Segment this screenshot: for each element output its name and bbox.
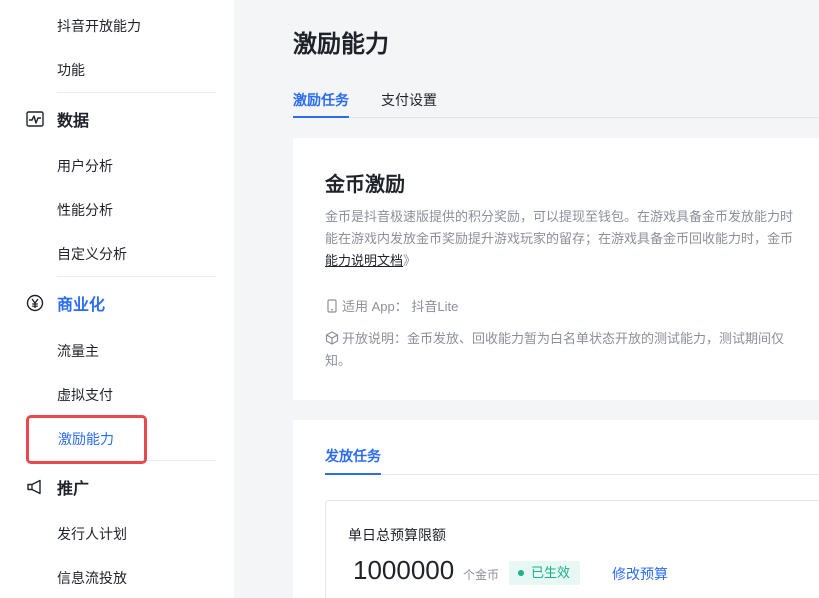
sidebar-section-promotion[interactable]: 推广	[25, 476, 89, 498]
status-text: 已生效	[531, 565, 571, 580]
daily-budget-panel: 单日总预算限额 1000000 个金币 已生效 修改预算	[325, 500, 819, 598]
chart-icon	[25, 109, 45, 129]
status-dot	[518, 570, 524, 576]
highlight-annotation	[26, 415, 147, 464]
applicable-app: 适用 App： 抖音Lite	[325, 296, 458, 318]
page-title: 激励能力	[293, 31, 389, 58]
doc-link[interactable]: 能力说明文档	[325, 253, 403, 268]
sidebar-item-performance-analysis[interactable]: 性能分析	[57, 200, 113, 220]
cube-icon	[325, 330, 339, 345]
active-tab-indicator	[293, 116, 349, 118]
sidebar-section-label: 商业化	[57, 297, 106, 314]
sidebar-divider	[147, 460, 216, 461]
edit-budget-button[interactable]: 修改预算	[612, 564, 668, 584]
sidebar-item-user-analysis[interactable]: 用户分析	[57, 156, 113, 176]
sidebar: 抖音开放能力 功能 数据 用户分析 性能分析 自定义分析 商业化 流量主 虚拟支…	[0, 0, 234, 598]
budget-label: 单日总预算限额	[348, 527, 446, 543]
sidebar-item-custom-analysis[interactable]: 自定义分析	[57, 244, 127, 264]
phone-icon	[325, 298, 339, 313]
description-line: 能在游戏内发放金币奖励提升游戏玩家的留存；在游戏具备金币回收能力时，金币	[325, 231, 794, 246]
sidebar-item-publisher-plan[interactable]: 发行人计划	[57, 524, 127, 544]
sidebar-divider	[57, 92, 216, 93]
yuan-icon	[25, 293, 45, 313]
tab-incentive-tasks[interactable]: 激励任务	[293, 90, 349, 110]
sidebar-item-feed-ads[interactable]: 信息流投放	[57, 568, 127, 588]
sidebar-divider	[57, 276, 216, 277]
tab-payment-settings[interactable]: 支付设置	[381, 90, 437, 110]
sidebar-item-traffic-owner[interactable]: 流量主	[57, 341, 99, 361]
megaphone-icon	[25, 477, 45, 497]
task-card: 发放任务 单日总预算限额 1000000 个金币 已生效 修改预算	[293, 420, 819, 598]
app-value: 抖音Lite	[411, 299, 459, 314]
budget-unit: 个金币	[463, 568, 500, 582]
app-label: 适用 App：	[342, 299, 408, 314]
sidebar-item-douyin-open-capability[interactable]: 抖音开放能力	[57, 16, 141, 36]
tab-bar: 激励任务 支付设置	[293, 86, 819, 118]
description-line: 金币是抖音极速版提供的积分奖励，可以提现至钱包。在游戏具备金币发放能力时	[325, 209, 794, 224]
notice-text: 知。	[325, 353, 352, 368]
status-badge: 已生效	[509, 561, 581, 585]
sub-tab-bar: 发放任务	[325, 446, 819, 475]
coin-incentive-card: 金币激励 金币是抖音极速版提供的积分奖励，可以提现至钱包。在游戏具备金币发放能力…	[293, 138, 819, 400]
budget-value: 1000000	[353, 555, 455, 585]
sidebar-section-label: 数据	[57, 113, 90, 130]
sidebar-item-virtual-payment[interactable]: 虚拟支付	[57, 385, 113, 405]
sidebar-section-data[interactable]: 数据	[25, 108, 89, 130]
card-description: 金币是抖音极速版提供的积分奖励，可以提现至钱包。在游戏具备金币发放能力时 能在游…	[325, 206, 819, 272]
card-title: 金币激励	[325, 174, 405, 196]
tab-issue-tasks[interactable]: 发放任务	[325, 446, 381, 466]
doc-link-suffix: 》	[403, 253, 417, 268]
active-tab-indicator	[325, 473, 381, 475]
sidebar-section-monetization[interactable]: 商业化	[25, 292, 105, 314]
notice-text: 开放说明：金币发放、回收能力暂为白名单状态开放的测试能力，测试期间仅	[342, 331, 785, 346]
open-notice: 开放说明：金币发放、回收能力暂为白名单状态开放的测试能力，测试期间仅 知。	[325, 328, 819, 372]
sidebar-item-features[interactable]: 功能	[57, 60, 85, 80]
sidebar-section-label: 推广	[57, 481, 90, 498]
